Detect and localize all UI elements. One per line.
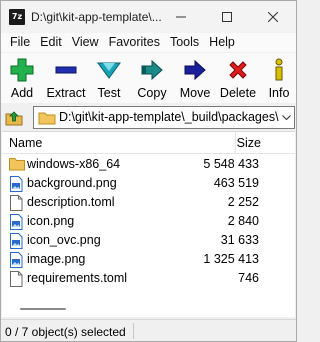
- copy-label: Copy: [137, 86, 167, 100]
- text-file-icon: [9, 195, 25, 211]
- extract-button[interactable]: Extract: [45, 53, 87, 103]
- status-bar: 0 / 7 object(s) selected: [1, 319, 296, 341]
- menu-edit[interactable]: Edit: [35, 33, 67, 52]
- file-name: windows-x86_64: [27, 157, 121, 171]
- file-row[interactable]: windows-x86_64 5 548 433: [2, 155, 295, 174]
- column-header: Name Size: [2, 132, 295, 154]
- file-row[interactable]: icon_ovc.png 31 633: [2, 231, 295, 250]
- test-button[interactable]: Test: [95, 53, 123, 103]
- text-file-icon: [9, 271, 25, 287]
- minimize-button[interactable]: [158, 3, 204, 31]
- maximize-button[interactable]: [204, 3, 250, 31]
- close-button[interactable]: [250, 3, 296, 31]
- extract-label: Extract: [46, 86, 86, 100]
- image-file-icon: [9, 233, 25, 249]
- file-list[interactable]: Name Size windows-x86_64 5 548 433 backgro…: [2, 131, 295, 317]
- add-button[interactable]: Add: [7, 53, 37, 103]
- up-folder-icon: [5, 111, 23, 126]
- window-title: D:\git\kit-app-template\...: [31, 10, 162, 24]
- address-bar: D:\git\kit-app-template\_build\packages\: [1, 104, 296, 130]
- menu-tools[interactable]: Tools: [165, 33, 204, 52]
- file-size: 1 325 413: [203, 252, 259, 266]
- horizontal-scrollbar[interactable]: [2, 301, 295, 317]
- path-dropdown-button[interactable]: [279, 107, 294, 128]
- file-size: 5 548 433: [203, 157, 259, 171]
- file-row[interactable]: image.png 1 325 413: [2, 250, 295, 269]
- folder-icon: [38, 112, 56, 125]
- file-size: 463 519: [213, 176, 259, 190]
- test-icon: [96, 58, 122, 82]
- minimize-icon: [176, 16, 186, 18]
- add-label: Add: [10, 86, 34, 100]
- path-input[interactable]: D:\git\kit-app-template\_build\packages\: [33, 106, 295, 129]
- file-name: requirements.toml: [27, 271, 128, 285]
- file-size: 2 252: [227, 195, 259, 209]
- file-row[interactable]: description.toml 2 252: [2, 193, 295, 212]
- info-label: Info: [268, 86, 290, 100]
- file-name: icon_ovc.png: [27, 233, 101, 247]
- file-name: icon.png: [27, 214, 75, 228]
- image-file-icon: [9, 252, 25, 268]
- chevron-down-icon: [282, 114, 291, 120]
- close-icon: [268, 12, 278, 22]
- file-name: background.png: [27, 176, 117, 190]
- menu-help[interactable]: Help: [204, 33, 240, 52]
- delete-label: Delete: [219, 86, 257, 100]
- up-folder-button[interactable]: [4, 108, 24, 127]
- delete-button[interactable]: Delete: [219, 53, 257, 103]
- copy-icon: [139, 58, 165, 82]
- size-column-header[interactable]: Size: [237, 136, 261, 150]
- menu-bar: File Edit View Favorites Tools Help: [1, 33, 296, 52]
- extract-icon: [53, 58, 79, 82]
- move-label: Move: [179, 86, 211, 100]
- menu-file[interactable]: File: [5, 33, 35, 52]
- file-row[interactable]: background.png 463 519: [2, 174, 295, 193]
- path-text: D:\git\kit-app-template\_build\packages\: [59, 110, 279, 124]
- image-file-icon: [9, 176, 25, 192]
- delete-icon: [225, 58, 251, 82]
- file-row[interactable]: icon.png 2 840: [2, 212, 295, 231]
- menu-favorites[interactable]: Favorites: [104, 33, 165, 52]
- copy-button[interactable]: Copy: [136, 53, 168, 103]
- folder-icon: [9, 157, 25, 173]
- file-row[interactable]: requirements.toml 746: [2, 269, 295, 288]
- 7zip-logo-icon: 7z: [9, 9, 25, 25]
- test-label: Test: [97, 86, 121, 100]
- title-bar[interactable]: 7z D:\git\kit-app-template\...: [1, 1, 296, 33]
- scrollbar-thumb[interactable]: [20, 308, 66, 310]
- file-rows: windows-x86_64 5 548 433 background.png 463…: [2, 155, 295, 288]
- file-size: 2 840: [227, 214, 259, 228]
- app-window: 7z D:\git\kit-app-template\... File Edit…: [0, 0, 297, 342]
- maximize-icon: [222, 12, 232, 22]
- file-name: image.png: [27, 252, 86, 266]
- status-divider: [133, 323, 134, 339]
- move-icon: [182, 58, 208, 82]
- menu-view[interactable]: View: [67, 33, 104, 52]
- move-button[interactable]: Move: [178, 53, 212, 103]
- info-icon: [266, 58, 292, 82]
- toolbar: Add Extract Test Copy Move Delete Info: [1, 53, 296, 103]
- image-file-icon: [9, 214, 25, 230]
- selection-status: 0 / 7 object(s) selected: [5, 325, 126, 339]
- info-button[interactable]: Info: [267, 53, 291, 103]
- file-size: 746: [238, 271, 259, 285]
- add-icon: [9, 58, 35, 82]
- file-name: description.toml: [27, 195, 115, 209]
- file-size: 31 633: [220, 233, 259, 247]
- name-column-header[interactable]: Name: [9, 136, 42, 150]
